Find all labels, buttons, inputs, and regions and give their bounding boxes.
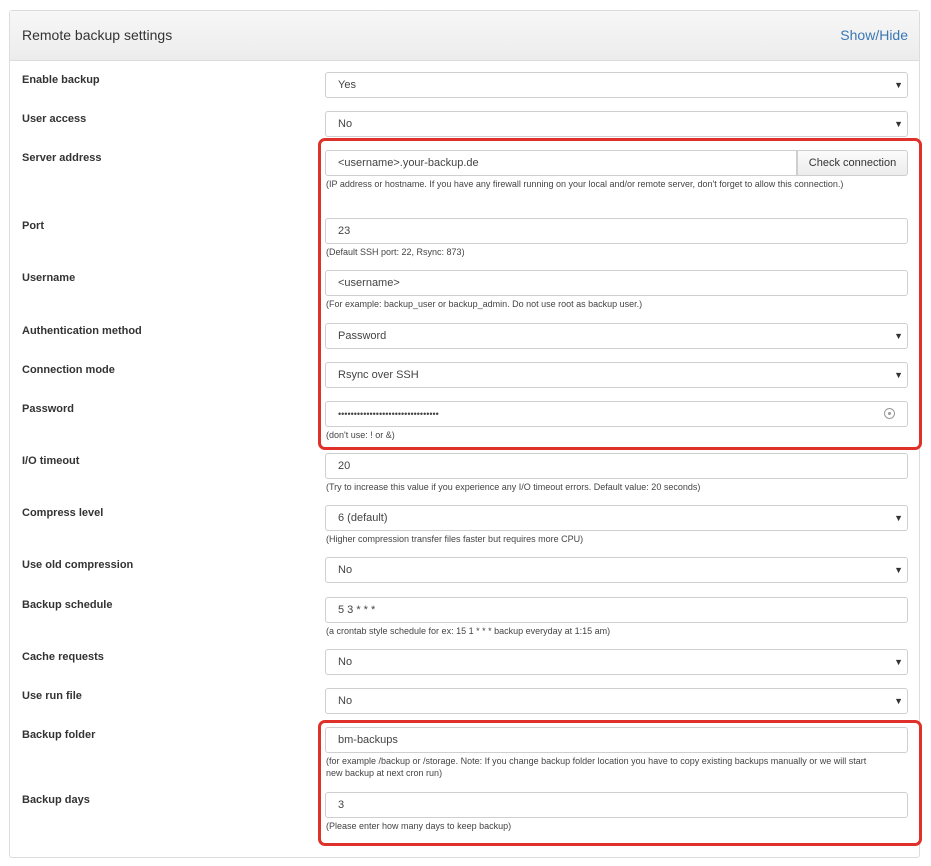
password-label: Password <box>22 403 74 415</box>
port-input[interactable]: 23 <box>325 218 908 244</box>
compress-level-help: (Higher compression transfer files faste… <box>326 534 584 544</box>
password-help: (don't use: ! or &) <box>326 430 395 440</box>
backup-days-label: Backup days <box>22 794 90 806</box>
username-label: Username <box>22 272 76 284</box>
chevron-down-icon: ▼ <box>894 513 903 523</box>
panel-header: Remote backup settings Show/Hide <box>10 11 919 61</box>
backup-schedule-label: Backup schedule <box>22 599 113 611</box>
chevron-down-icon: ▼ <box>894 657 903 667</box>
cache-requests-select[interactable]: No ▼ <box>325 649 908 675</box>
backup-days-help: (Please enter how many days to keep back… <box>326 821 512 831</box>
username-input[interactable]: <username> <box>325 270 908 296</box>
chevron-down-icon: ▼ <box>894 696 903 706</box>
backup-folder-help-line2: new backup at next cron run) <box>326 768 443 778</box>
old-compression-select[interactable]: No ▼ <box>325 557 908 583</box>
compress-level-label: Compress level <box>22 507 104 519</box>
backup-schedule-help: (a crontab style schedule for ex: 15 1 *… <box>326 626 611 636</box>
backup-folder-help-line1: (for example /backup or /storage. Note: … <box>326 756 867 766</box>
port-help: (Default SSH port: 22, Rsync: 873) <box>326 247 465 257</box>
auth-method-select[interactable]: Password ▼ <box>325 323 908 349</box>
chevron-down-icon: ▼ <box>894 331 903 341</box>
compress-level-select[interactable]: 6 (default) ▼ <box>325 505 908 531</box>
password-input[interactable]: •••••••••••••••••••••••••••••••• <box>325 401 908 427</box>
io-timeout-label: I/O timeout <box>22 455 80 467</box>
port-label: Port <box>22 220 44 232</box>
backup-schedule-input[interactable]: 5 3 * * * <box>325 597 908 623</box>
old-compression-label: Use old compression <box>22 559 134 571</box>
connection-mode-select[interactable]: Rsync over SSH ▼ <box>325 362 908 388</box>
server-address-help: (IP address or hostname. If you have any… <box>326 179 844 189</box>
user-access-label: User access <box>22 113 87 125</box>
backup-folder-input[interactable]: bm-backups <box>325 727 908 753</box>
backup-folder-label: Backup folder <box>22 729 96 741</box>
chevron-down-icon: ▼ <box>894 370 903 380</box>
io-timeout-help: (Try to increase this value if you exper… <box>326 482 701 492</box>
run-file-label: Use run file <box>22 690 82 702</box>
connection-mode-label: Connection mode <box>22 364 115 376</box>
chevron-down-icon: ▼ <box>894 119 903 129</box>
eye-icon[interactable] <box>884 408 895 419</box>
io-timeout-input[interactable]: 20 <box>325 453 908 479</box>
backup-days-input[interactable]: 3 <box>325 792 908 818</box>
check-connection-button[interactable]: Check connection <box>797 150 908 176</box>
chevron-down-icon: ▼ <box>894 80 903 90</box>
run-file-select[interactable]: No ▼ <box>325 688 908 714</box>
username-help: (For example: backup_user or backup_admi… <box>326 299 643 309</box>
server-address-input[interactable]: <username>.your-backup.de <box>325 150 797 176</box>
enable-backup-label: Enable backup <box>22 74 100 86</box>
auth-method-label: Authentication method <box>22 325 142 337</box>
cache-requests-label: Cache requests <box>22 651 104 663</box>
enable-backup-select[interactable]: Yes ▼ <box>325 72 908 98</box>
panel-title: Remote backup settings <box>22 27 173 43</box>
chevron-down-icon: ▼ <box>894 565 903 575</box>
show-hide-link[interactable]: Show/Hide <box>840 27 908 43</box>
server-address-label: Server address <box>22 152 102 164</box>
user-access-select[interactable]: No ▼ <box>325 111 908 137</box>
